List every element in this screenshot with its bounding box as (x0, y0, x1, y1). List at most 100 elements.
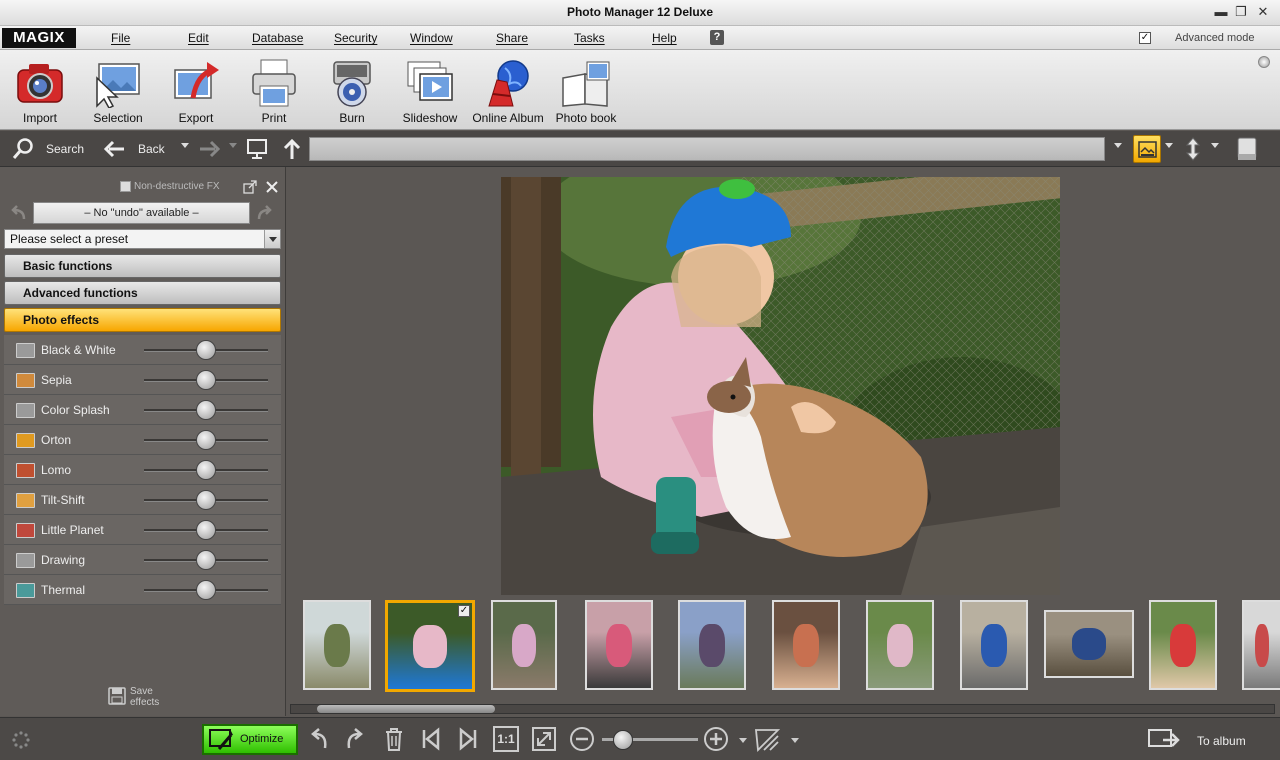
selection-button[interactable]: Selection (79, 56, 157, 126)
effect-row[interactable]: Tilt-Shift (4, 485, 281, 515)
rotate-right-icon[interactable] (343, 726, 369, 752)
filmstrip-thumbnail[interactable] (491, 600, 557, 690)
zoom-in-icon[interactable] (703, 726, 729, 752)
save-effects-button[interactable]: Save effects (108, 686, 168, 713)
toolbar-option-button[interactable] (1258, 56, 1270, 68)
online-album-button[interactable]: Online Album (469, 56, 547, 126)
to-album-label[interactable]: To album (1197, 734, 1246, 748)
menu-edit[interactable]: Edit (188, 31, 209, 45)
restore-button[interactable]: ❐ (1234, 4, 1248, 20)
section-basic-functions[interactable]: Basic functions (4, 254, 281, 278)
section-photo-effects[interactable]: Photo effects (4, 308, 281, 332)
non-destructive-fx-checkbox[interactable] (120, 181, 131, 192)
burn-button[interactable]: Burn (313, 56, 391, 126)
effect-slider-handle[interactable] (196, 370, 216, 390)
filmstrip-thumbnail[interactable] (1044, 610, 1134, 678)
panel-toggle-icon[interactable] (1236, 136, 1258, 162)
export-button[interactable]: Export (157, 56, 235, 126)
effect-row[interactable]: Color Splash (4, 395, 281, 425)
menu-file[interactable]: File (111, 31, 130, 45)
filmstrip-thumbnail[interactable] (585, 600, 653, 690)
sort-dropdown-icon[interactable] (1211, 143, 1219, 148)
chevron-down-icon[interactable] (264, 230, 280, 248)
preset-select[interactable]: Please select a preset (4, 229, 281, 249)
undock-icon[interactable] (243, 180, 257, 194)
back-dropdown-icon[interactable] (181, 143, 189, 148)
menu-window[interactable]: Window (410, 31, 453, 45)
menu-security[interactable]: Security (334, 31, 377, 45)
filmstrip-thumbnail[interactable] (772, 600, 840, 690)
undo-icon[interactable] (9, 204, 27, 222)
effect-slider-handle[interactable] (196, 430, 216, 450)
slideshow-button[interactable]: Slideshow (391, 56, 469, 126)
effect-row[interactable]: Lomo (4, 455, 281, 485)
import-button[interactable]: Import (1, 56, 79, 126)
selection-icon (96, 63, 140, 108)
effect-slider-handle[interactable] (196, 550, 216, 570)
fullscreen-icon[interactable] (531, 726, 557, 752)
rotate-left-icon[interactable] (305, 726, 331, 752)
effect-row[interactable]: Sepia (4, 365, 281, 395)
forward-dropdown-icon[interactable] (229, 143, 237, 148)
effect-row[interactable]: Little Planet (4, 515, 281, 545)
sort-arrows-icon[interactable] (1180, 136, 1206, 162)
filmstrip-thumbnail[interactable] (960, 600, 1028, 690)
filmstrip-scroll-handle[interactable] (317, 705, 495, 713)
close-icon[interactable] (266, 181, 278, 193)
print-button[interactable]: Print (235, 56, 313, 126)
effect-row[interactable]: Black & White (4, 335, 281, 365)
to-album-icon[interactable] (1147, 727, 1183, 753)
section-advanced-functions[interactable]: Advanced functions (4, 281, 281, 305)
back-label[interactable]: Back (138, 142, 165, 156)
search-icon[interactable] (12, 138, 36, 160)
zoom-dropdown-icon[interactable] (739, 738, 747, 743)
effect-slider-handle[interactable] (196, 400, 216, 420)
photobook-icon (562, 61, 610, 107)
selected-checkbox[interactable]: ✓ (458, 605, 470, 617)
close-button[interactable]: ✕ (1256, 4, 1270, 20)
effect-slider-handle[interactable] (196, 340, 216, 360)
menu-database[interactable]: Database (252, 31, 303, 45)
menu-tasks[interactable]: Tasks (574, 31, 605, 45)
last-image-icon[interactable] (455, 726, 481, 752)
effect-row[interactable]: Drawing (4, 545, 281, 575)
filmstrip-thumbnail[interactable] (866, 600, 934, 690)
forward-arrow-icon[interactable] (199, 140, 221, 158)
filmstrip-thumbnail[interactable] (678, 600, 746, 690)
filmstrip-scrollbar[interactable] (290, 704, 1275, 714)
trash-icon[interactable] (381, 726, 407, 752)
compare-dropdown-icon[interactable] (791, 738, 799, 743)
back-arrow-icon[interactable] (103, 140, 125, 158)
address-bar[interactable] (309, 137, 1105, 161)
main-photo-preview[interactable] (501, 177, 1060, 595)
effect-row[interactable]: Orton (4, 425, 281, 455)
optimize-button[interactable]: Optimize (202, 724, 298, 755)
view-mode-dropdown-icon[interactable] (1165, 143, 1173, 148)
actual-size-button[interactable]: 1:1 (493, 726, 519, 752)
computer-icon[interactable] (246, 138, 268, 160)
filmstrip-thumbnail[interactable] (303, 600, 371, 690)
effect-slider-handle[interactable] (196, 580, 216, 600)
filmstrip-thumbnail[interactable] (1242, 600, 1280, 690)
first-image-icon[interactable] (418, 726, 444, 752)
zoom-out-icon[interactable] (569, 726, 595, 752)
filmstrip-thumbnail[interactable] (1149, 600, 1217, 690)
up-arrow-icon[interactable] (282, 138, 302, 160)
search-label[interactable]: Search (46, 142, 84, 156)
address-dropdown-icon[interactable] (1114, 143, 1122, 148)
effect-row[interactable]: Thermal (4, 575, 281, 605)
effect-slider-handle[interactable] (196, 490, 216, 510)
zoom-slider-handle[interactable] (613, 730, 633, 750)
advanced-mode-checkbox[interactable]: ✓ (1139, 32, 1151, 44)
compare-icon[interactable] (754, 726, 780, 752)
minimize-button[interactable]: ▬ (1214, 4, 1228, 20)
menu-share[interactable]: Share (496, 31, 528, 45)
effect-slider-handle[interactable] (196, 460, 216, 480)
effect-slider-handle[interactable] (196, 520, 216, 540)
question-icon[interactable]: ? (710, 30, 724, 45)
filmstrip-thumbnail[interactable]: ✓ (385, 600, 475, 692)
menu-help[interactable]: Help (652, 31, 677, 45)
redo-icon[interactable] (256, 204, 274, 222)
photo-book-button[interactable]: Photo book (547, 56, 625, 126)
view-mode-button[interactable] (1133, 135, 1161, 163)
